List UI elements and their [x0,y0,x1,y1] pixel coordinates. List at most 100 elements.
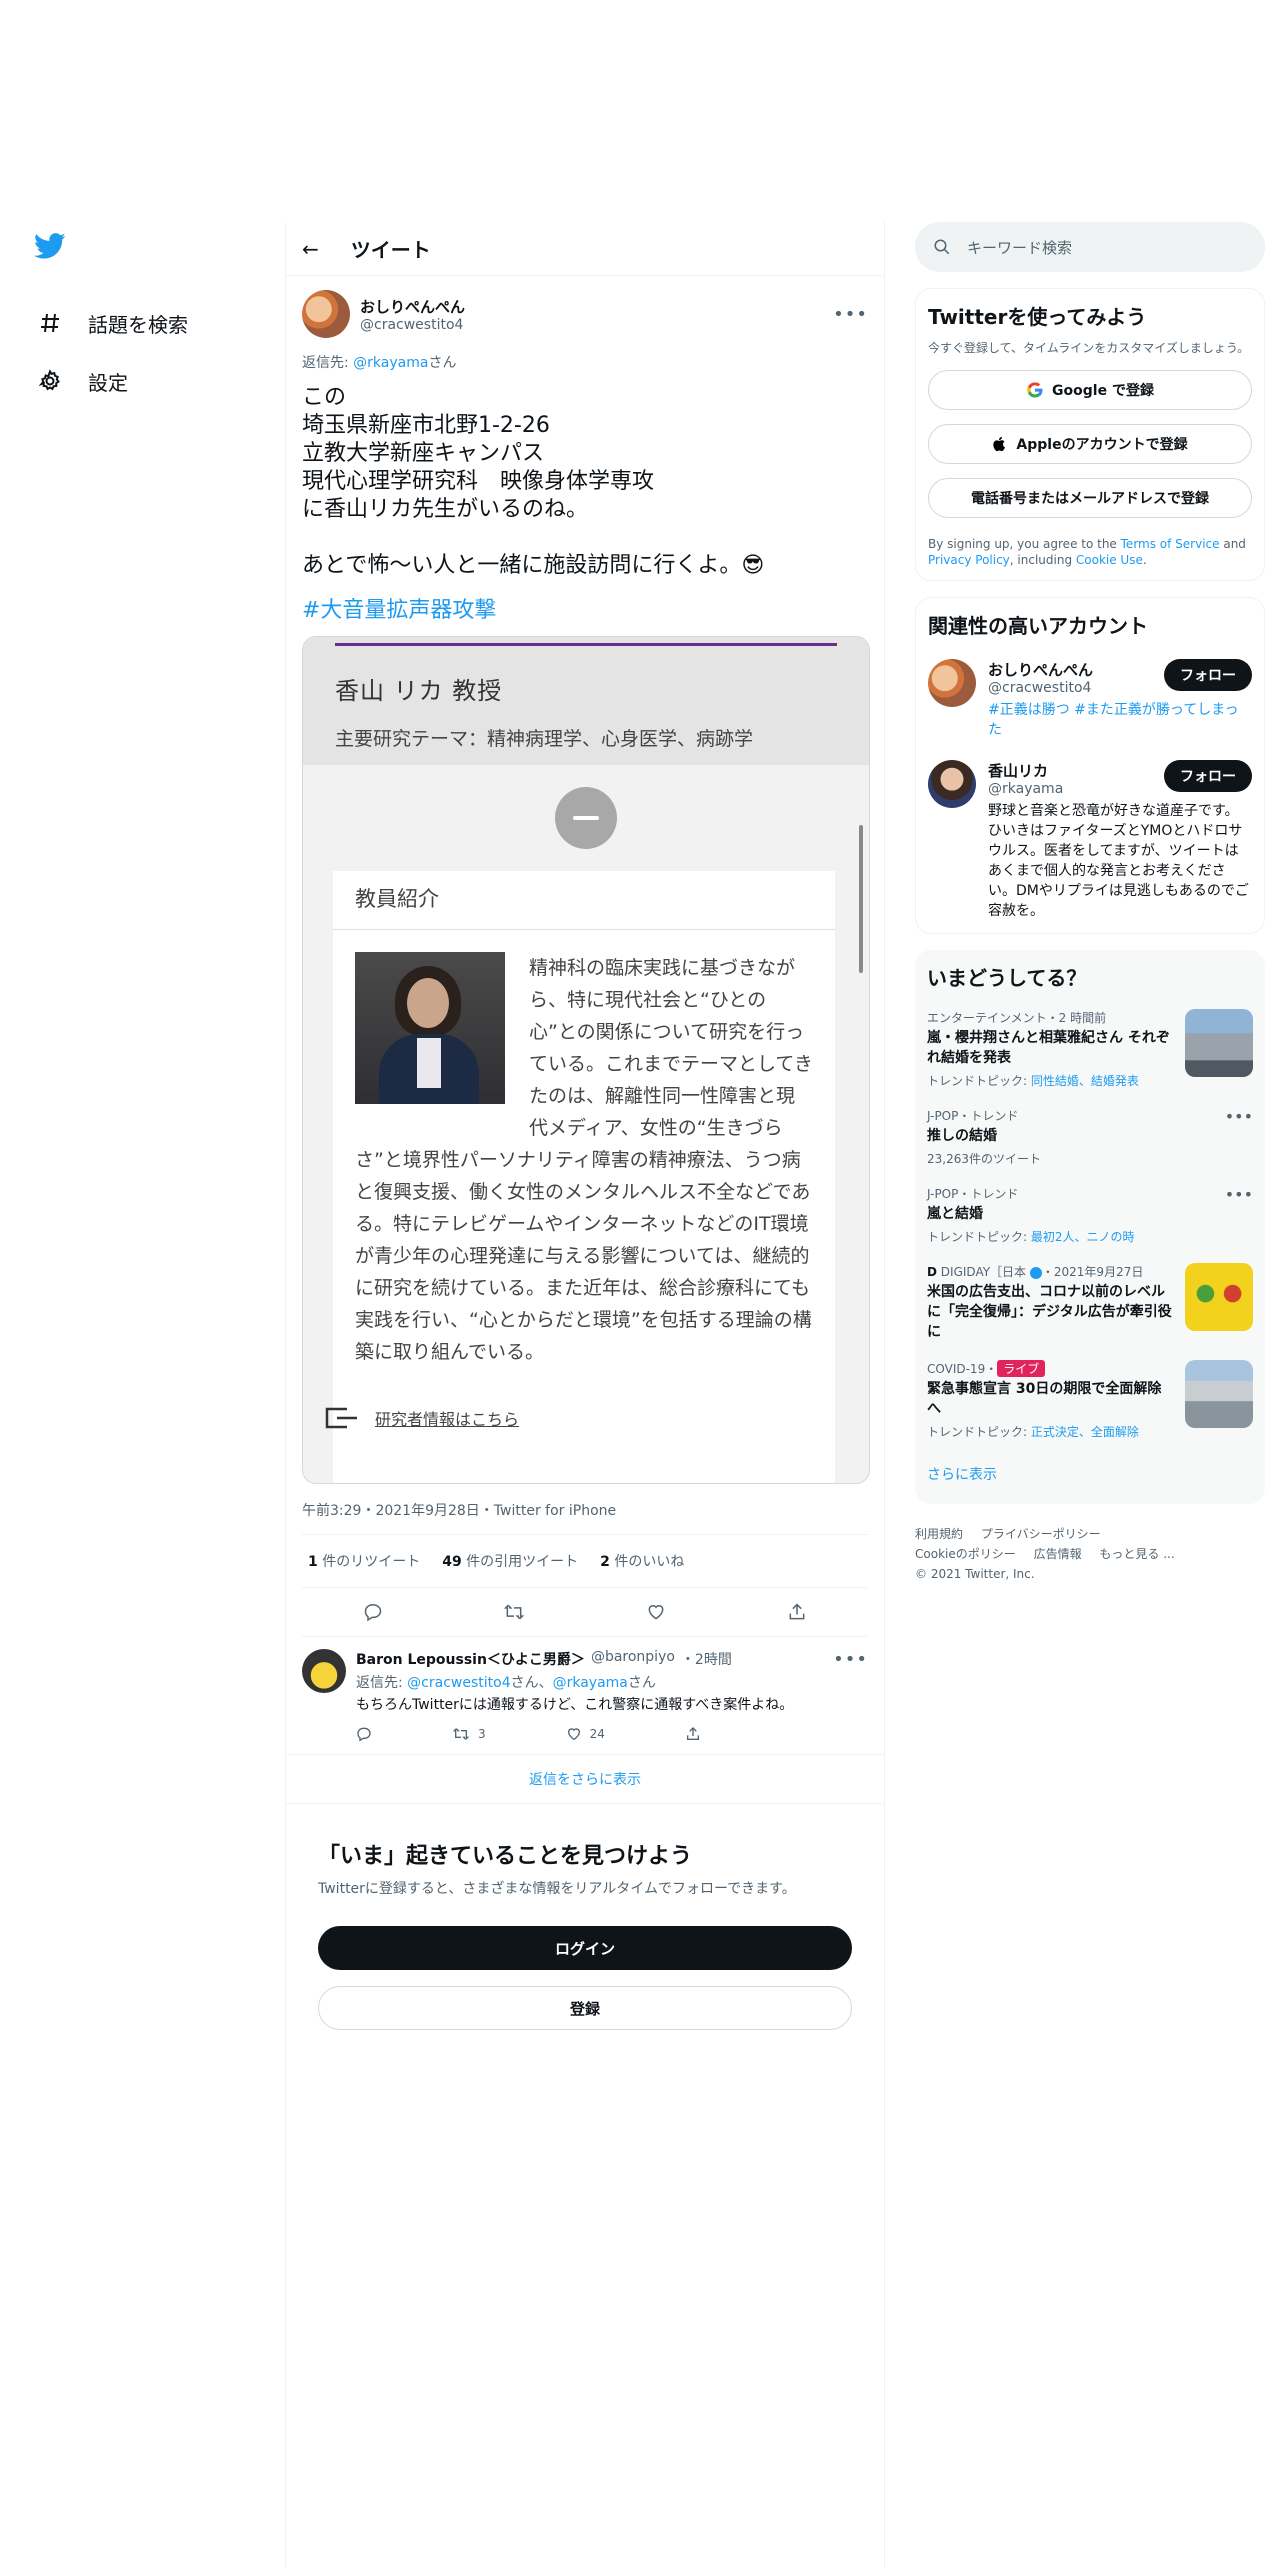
related-account-2[interactable]: 香山リカ @rkayama フォロー 野球と音楽と恐竜が好きな道産子です。ひいき… [928,760,1252,921]
reply-handle[interactable]: @baronpiyo [591,1649,675,1670]
google-icon [1027,382,1043,398]
like-icon[interactable] [644,1600,668,1624]
trend-item[interactable]: J-POP・トレンド 推しの結婚 23,263件のツイート ••• [927,1107,1253,1167]
account-handle[interactable]: @rkayama [988,781,1063,797]
login-button[interactable]: ログイン [318,1926,852,1970]
reply-content: Baron Lepoussin＜ひよこ男爵＞ @baronpiyo ・2時間 •… [356,1649,868,1742]
trend-topics: トレンドトピック: 最初2人、ニノの時 [927,1230,1135,1244]
retweet-icon[interactable] [502,1600,526,1624]
reply-to-handle-1[interactable]: @cracwestito4 [407,1675,510,1691]
share-icon[interactable] [785,1600,809,1624]
cookie-use-link[interactable]: Cookie Use [1076,553,1143,567]
embedded-image-card[interactable]: 香山 リカ 教授 主要研究テーマ：精神病理学、心身医学、病跡学 教員紹介 精神科… [302,636,870,1484]
tweet-actions [302,1588,868,1637]
like-count[interactable]: 2 件のいいね [600,1551,684,1571]
nav-settings[interactable]: 設定 [30,352,270,410]
trends-show-more[interactable]: さらに表示 [927,1464,1253,1492]
tweet-counts: 1 件のリツイート 49 件の引用ツイート 2 件のいいね [302,1535,868,1588]
reply-more-icon[interactable]: ••• [833,1649,868,1670]
back-arrow-icon[interactable]: ← [302,237,319,261]
signup-panel-subtitle: 今すぐ登録して、タイムラインをカスタマイズしましょう。 [928,341,1250,355]
intro-body-wrap: 精神科の臨床実践に基づきながら、特に現代社会と“ひとの心”との関係について研究を… [355,952,813,1368]
footer-privacy-link[interactable]: プライバシーポリシー [981,1527,1101,1541]
footer-cookie-link[interactable]: Cookieのポリシー [915,1547,1016,1561]
professor-name: 香山 リカ 教授 [335,677,503,705]
search-box[interactable]: キーワード検索 [915,222,1265,272]
follow-button[interactable]: フォロー [1164,760,1252,792]
footer-ads-link[interactable]: 広告情報 [1034,1547,1082,1561]
trend-item[interactable]: エンターテインメント・2 時間前 嵐・櫻井翔さんと相葉雅紀さん それぞれ結婚を発… [927,1009,1253,1089]
reply-time: ・2時間 [680,1652,732,1668]
more-options-icon[interactable]: ••• [833,304,868,325]
reply-to-handle-2[interactable]: @rkayama [553,1675,628,1691]
tweet-hashtag[interactable]: #大音量拡声器攻撃 [302,592,868,624]
trend-item[interactable]: J-POP・トレンド 嵐と結婚 トレンドトピック: 最初2人、ニノの時 ••• [927,1185,1253,1245]
account-handle[interactable]: @cracwestito4 [988,680,1093,696]
related-accounts-title: 関連性の高いアカウント [928,614,1148,638]
related-account-1[interactable]: おしりぺんぺん @cracwestito4 フォロー #正義は勝つ #また正義が… [928,659,1252,740]
terms-of-service-link[interactable]: Terms of Service [1121,537,1220,551]
trend-title: 推しの結婚 [927,1128,997,1144]
exit-icon [325,1407,357,1429]
signup-panel: Twitterを使ってみよう 今すぐ登録して、タイムラインをカスタマイズしましょ… [915,288,1265,581]
signup-terms: By signing up, you agree to the Terms of… [928,537,1246,567]
signup-button[interactable]: 登録 [318,1986,852,2030]
author-handle[interactable]: @cracwestito4 [360,317,465,333]
reply-like-button[interactable]: 24 [566,1726,605,1742]
trend-more-icon[interactable]: ••• [1225,1107,1253,1167]
avatar[interactable] [928,760,976,808]
reply-avatar[interactable] [302,1649,346,1693]
author-display-name[interactable]: おしりぺんぺん [360,296,465,317]
reply-display-name[interactable]: Baron Lepoussin＜ひよこ男爵＞ [356,1649,585,1670]
reply-retweet-button[interactable]: 3 [452,1726,486,1742]
avatar[interactable] [928,659,976,707]
reply-icon[interactable] [361,1600,385,1624]
google-signup-button[interactable]: Google で登録 [928,370,1252,410]
account-display-name[interactable]: 香山リカ [988,760,1063,781]
reply-reply-icon[interactable] [356,1726,372,1742]
phone-email-signup-button[interactable]: 電話番号またはメールアドレスで登録 [928,478,1252,518]
card-accent-bar [335,643,837,646]
retweet-count[interactable]: 1 件のリツイート [308,1551,420,1571]
hashtag-icon [36,309,64,337]
trend-title: 米国の広告支出、コロナ以前のレベルに「完全復帰」：デジタル広告が牽引役に [927,1284,1172,1340]
account-display-name[interactable]: おしりぺんぺん [988,659,1093,680]
trends-title: いまどうしてる？ [927,966,1087,990]
trend-category: J-POP・トレンド [927,1109,1019,1123]
reply-to-prefix: 返信先: [302,355,354,371]
show-more-replies[interactable]: 返信をさらに表示 [286,1755,884,1804]
researcher-info-link: 研究者情報はこちら [323,1405,519,1431]
main-header: ← ツイート [286,222,884,276]
professor-photo [355,952,505,1104]
trend-category: J-POP・トレンド [927,1187,1019,1201]
reply-to-suffix: さん [428,355,457,371]
apple-signup-button[interactable]: Appleのアカウントで登録 [928,424,1252,464]
twitter-logo-icon[interactable] [34,230,66,262]
reply-share-icon[interactable] [685,1726,701,1742]
avatar[interactable] [302,290,350,338]
signup-panel-title: Twitterを使ってみよう [928,305,1147,329]
research-theme: 主要研究テーマ：精神病理学、心身医学、病跡学 [335,728,754,750]
reply-tweet[interactable]: Baron Lepoussin＜ひよこ男爵＞ @baronpiyo ・2時間 •… [286,1637,884,1755]
privacy-policy-link[interactable]: Privacy Policy [928,553,1010,567]
intro-title: 教員紹介 [355,887,439,911]
reply-to: 返信先: @rkayamaさん [302,352,868,372]
reply-to-handle[interactable]: @rkayama [353,355,428,371]
account-bio: #正義は勝つ #また正義が勝ってしまった [988,702,1239,738]
footer-copyright: © 2021 Twitter, Inc. [915,1567,1035,1581]
tweet-author: おしりぺんぺん @cracwestito4 ••• [302,290,868,338]
nav-explore[interactable]: 話題を検索 [30,294,270,352]
follow-button[interactable]: フォロー [1164,659,1252,691]
footer: 利用規約 プライバシーポリシー Cookieのポリシー 広告情報 もっと見る .… [915,1524,1265,1584]
search-icon [934,239,950,255]
quote-count[interactable]: 49 件の引用ツイート [442,1551,578,1571]
footer-more-link[interactable]: もっと見る ... [1099,1547,1174,1561]
footer-terms-link[interactable]: 利用規約 [915,1527,963,1541]
trend-item[interactable]: D DIGIDAY［日本 ・2021年9月27日 米国の広告支出、コロナ以前のレ… [927,1263,1253,1342]
tweet-text: この 埼玉県新座市北野1-2-26 立教大学新座キャンパス 現代心理学研究科 映… [302,385,765,578]
trend-item[interactable]: COVID-19・ ライブ 緊急事態宣言 30日の期限で全面解除へ トレンドトピッ… [927,1360,1253,1440]
trend-topics: トレンドトピック: 正式決定、全面解除 [927,1425,1139,1439]
trend-more-icon[interactable]: ••• [1225,1185,1253,1245]
signup-prompt: 「いま」起きていることを見つけよう Twitterに登録すると、さまざまな情報を… [286,1804,884,2064]
reply-actions: 3 24 [356,1726,868,1742]
